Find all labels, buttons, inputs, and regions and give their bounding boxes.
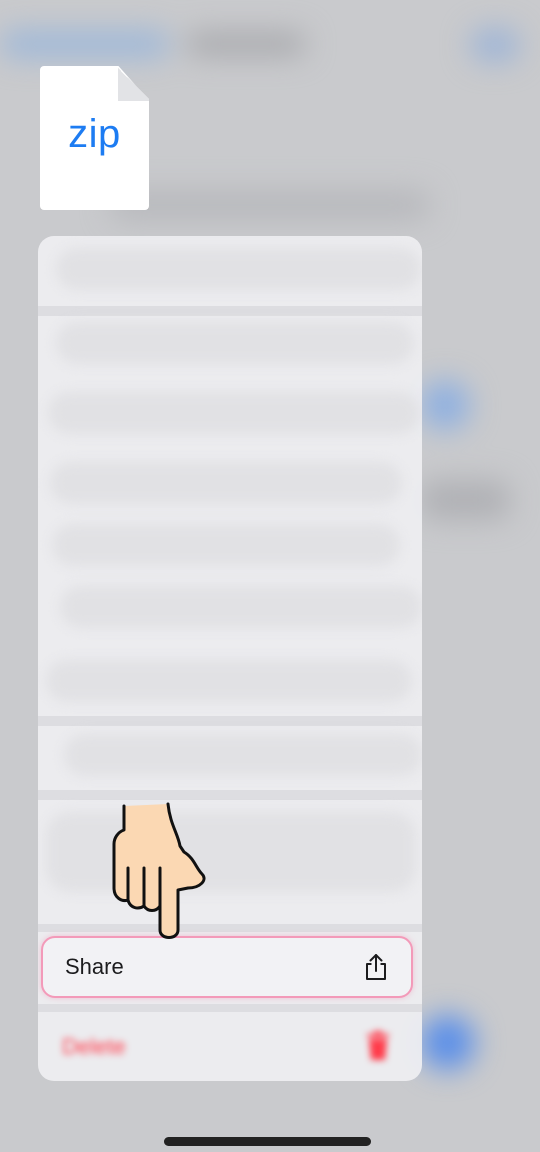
share-button[interactable]: Share	[41, 936, 413, 998]
share-label: Share	[65, 954, 124, 979]
menu-item[interactable]	[46, 812, 416, 892]
trash-icon	[367, 1031, 389, 1060]
hand-cursor-icon	[112, 802, 206, 939]
menu-item[interactable]	[56, 248, 421, 290]
menu-item[interactable]	[52, 524, 400, 566]
context-menu: Share Delete	[38, 236, 422, 1081]
menu-item[interactable]	[64, 734, 422, 776]
menu-item[interactable]	[48, 392, 420, 434]
menu-item[interactable]	[46, 660, 412, 702]
share-icon	[366, 954, 386, 980]
delete-button[interactable]: Delete	[38, 1012, 422, 1081]
menu-item[interactable]	[60, 586, 422, 628]
delete-label: Delete	[62, 1034, 126, 1059]
file-type-label: zip	[68, 112, 121, 156]
menu-item[interactable]	[50, 462, 402, 504]
menu-item[interactable]	[56, 322, 414, 364]
home-indicator	[164, 1137, 371, 1146]
